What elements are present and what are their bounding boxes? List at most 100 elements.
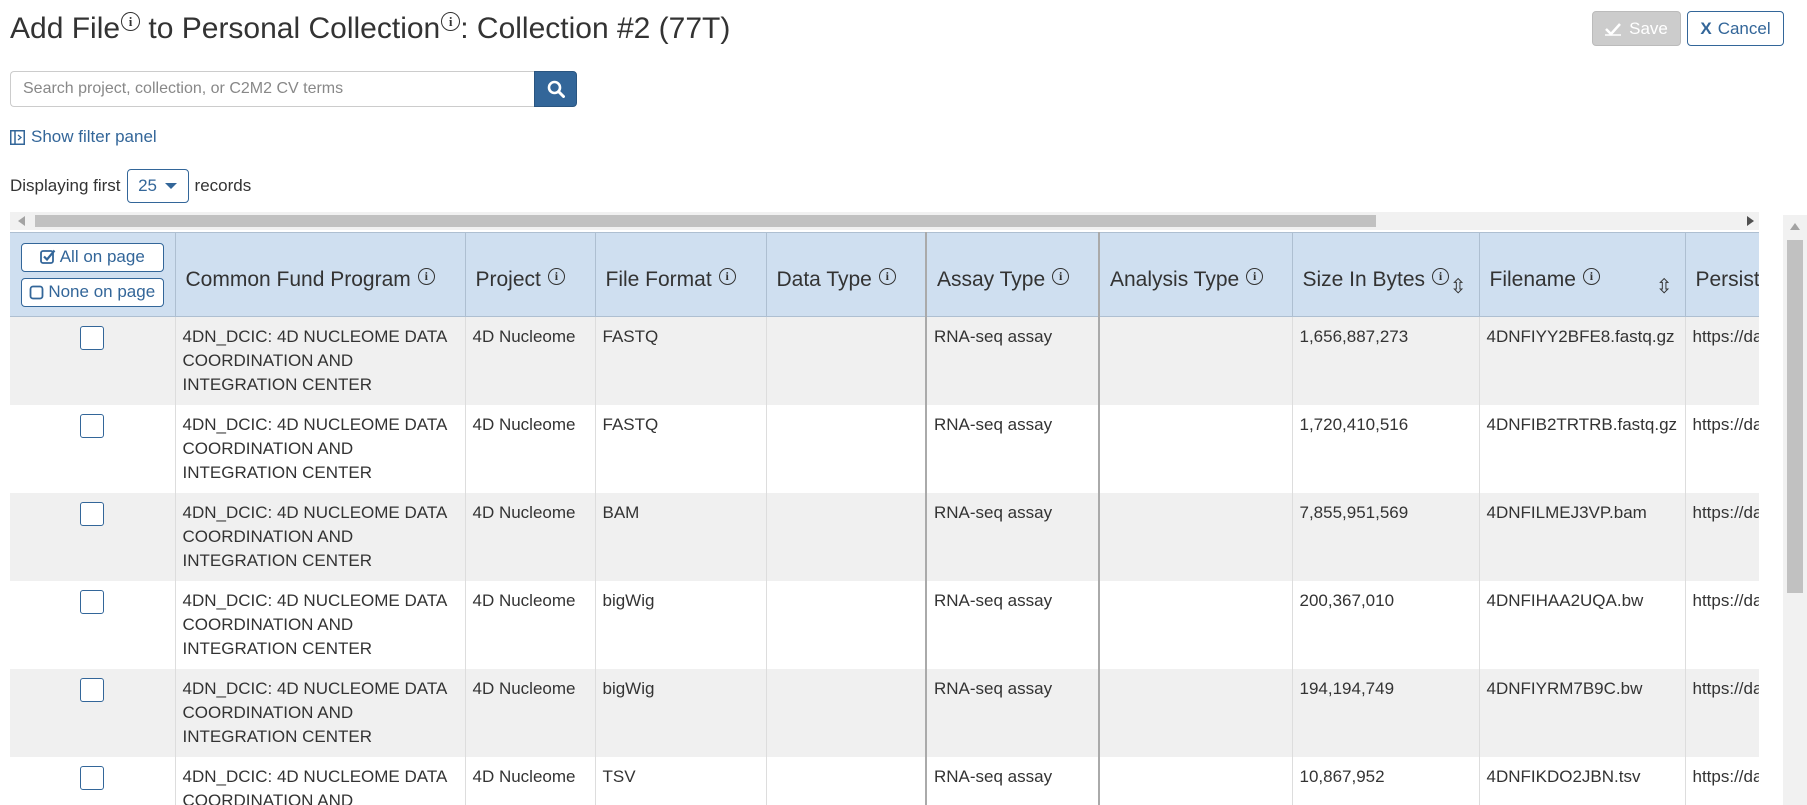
cell-program: 4DN_DCIC: 4D NUCLEOME DATA COORDINATION … — [175, 316, 466, 405]
info-icon[interactable]: i — [417, 267, 435, 285]
paging-prefix: Displaying first — [10, 176, 121, 195]
table-header-row: All on page None on page Common Fund Pro… — [10, 232, 1760, 317]
cell-analysis — [1098, 316, 1293, 405]
cancel-button[interactable]: X Cancel — [1687, 11, 1784, 46]
cell-data-type — [766, 493, 927, 581]
column-header-data-type[interactable]: Data Type i — [766, 232, 927, 317]
cell-project: 4D Nucleome — [465, 316, 596, 405]
page-size-dropdown[interactable]: 25 — [126, 169, 189, 203]
row-checkbox[interactable] — [80, 414, 105, 438]
info-icon[interactable]: i — [878, 267, 896, 285]
column-header-analysis-type[interactable]: Analysis Type i — [1098, 232, 1293, 317]
cell-assay: RNA-seq assay — [925, 493, 1100, 581]
column-header-persistent-id[interactable]: Persist — [1685, 232, 1760, 317]
row-select-cell — [10, 669, 176, 757]
search-button[interactable] — [534, 71, 577, 107]
info-icon[interactable]: i — [1582, 267, 1600, 285]
horizontal-scroll-thumb[interactable] — [35, 215, 1376, 227]
cell-data-type — [766, 581, 927, 669]
vertical-scroll-thumb[interactable] — [1787, 240, 1803, 593]
info-icon[interactable]: i — [121, 12, 141, 31]
cell-program: 4DN_DCIC: 4D NUCLEOME DATA COORDINATION … — [175, 493, 466, 581]
info-icon[interactable]: i — [718, 267, 736, 285]
cell-analysis — [1098, 669, 1293, 757]
column-header-label: Common Fund Program — [185, 267, 411, 291]
column-header-assay-type[interactable]: Assay Type i — [925, 232, 1100, 317]
column-header-label: File Format — [605, 267, 712, 291]
cell-size: 200,367,010 — [1292, 581, 1480, 669]
cell-persistent-id[interactable]: https://da — [1685, 405, 1759, 493]
column-header-label: Analysis Type — [1110, 267, 1240, 291]
info-icon[interactable]: i — [1432, 267, 1450, 285]
cell-data-type — [766, 316, 927, 405]
row-select-cell — [10, 316, 176, 405]
cell-filename: 4DNFIB2TRTRB.fastq.gz — [1479, 405, 1686, 493]
sort-vertical-icon[interactable]: ⇳ — [1656, 277, 1673, 297]
column-header-filename[interactable]: Filename i ⇳ — [1479, 232, 1686, 317]
row-select-cell — [10, 581, 176, 669]
info-icon[interactable]: i — [547, 267, 565, 285]
cell-project: 4D Nucleome — [465, 405, 596, 493]
scroll-right-arrow-icon[interactable] — [1747, 216, 1754, 226]
results-table-container: All on page None on page Common Fund Pro… — [10, 232, 1759, 805]
cell-size: 1,720,410,516 — [1292, 405, 1480, 493]
cell-size: 7,855,951,569 — [1292, 493, 1480, 581]
panel-toggle-icon — [10, 129, 25, 145]
show-filter-panel-link[interactable]: Show filter panel — [10, 127, 157, 147]
column-header-common-fund-program[interactable]: Common Fund Program i — [175, 232, 466, 317]
row-select-cell — [10, 757, 176, 805]
column-header-label: Persist — [1695, 267, 1760, 291]
info-icon[interactable]: i — [1052, 267, 1070, 285]
select-none-on-page-button[interactable]: None on page — [20, 277, 164, 307]
cell-analysis — [1098, 493, 1293, 581]
search-input[interactable] — [10, 71, 534, 107]
select-none-label: None on page — [48, 282, 156, 301]
save-label: Save — [1629, 18, 1668, 38]
row-checkbox[interactable] — [80, 678, 105, 702]
cell-project: 4D Nucleome — [465, 669, 596, 757]
table-row: 4DN_DCIC: 4D NUCLEOME DATA COORDINATION … — [10, 669, 1759, 757]
sort-vertical-icon[interactable]: ⇳ — [1450, 277, 1467, 297]
cell-assay: RNA-seq assay — [925, 316, 1100, 405]
cell-persistent-id[interactable]: https://da — [1685, 757, 1759, 805]
cell-persistent-id[interactable]: https://da — [1685, 493, 1759, 581]
filter-link-label: Show filter panel — [31, 127, 157, 146]
results-table: All on page None on page Common Fund Pro… — [10, 232, 1759, 805]
column-header-file-format[interactable]: File Format i — [595, 232, 767, 317]
row-checkbox[interactable] — [80, 590, 105, 614]
column-header-size-in-bytes[interactable]: Size In Bytes i ⇳ — [1292, 232, 1480, 317]
horizontal-scrollbar[interactable] — [10, 212, 1759, 230]
row-checkbox[interactable] — [80, 766, 105, 790]
cell-filename: 4DNFIYRM7B9C.bw — [1479, 669, 1686, 757]
scroll-up-arrow-icon[interactable] — [1790, 223, 1800, 230]
cell-format: bigWig — [595, 581, 767, 669]
vertical-scrollbar[interactable] — [1783, 215, 1807, 805]
save-button[interactable]: Save — [1592, 11, 1681, 46]
info-icon[interactable]: i — [1246, 267, 1264, 285]
cell-persistent-id[interactable]: https://da — [1685, 669, 1759, 757]
column-header-label: Filename — [1489, 267, 1576, 291]
check-icon — [1605, 22, 1622, 36]
cell-filename: 4DNFIYY2BFE8.fastq.gz — [1479, 316, 1686, 405]
row-checkbox[interactable] — [80, 326, 105, 350]
cell-persistent-id[interactable]: https://da — [1685, 316, 1759, 405]
cell-size: 1,656,887,273 — [1292, 316, 1480, 405]
search-bar — [10, 71, 577, 107]
table-row: 4DN_DCIC: 4D NUCLEOME DATA COORDINATION … — [10, 581, 1759, 669]
cell-format: bigWig — [595, 669, 767, 757]
scroll-left-arrow-icon[interactable] — [18, 216, 25, 226]
column-header-project[interactable]: Project i — [465, 232, 596, 317]
cell-project: 4D Nucleome — [465, 493, 596, 581]
select-column-header: All on page None on page — [10, 232, 176, 317]
cell-analysis — [1098, 757, 1293, 805]
paging-control: Displaying first 25 records — [10, 168, 251, 204]
cell-assay: RNA-seq assay — [925, 669, 1100, 757]
cell-format: FASTQ — [595, 405, 767, 493]
cell-persistent-id[interactable]: https://da — [1685, 581, 1759, 669]
chevron-down-icon — [165, 183, 177, 189]
info-icon[interactable]: i — [441, 12, 461, 31]
cell-data-type — [766, 669, 927, 757]
row-checkbox[interactable] — [80, 502, 105, 526]
cell-size: 10,867,952 — [1292, 757, 1480, 805]
select-all-on-page-button[interactable]: All on page — [20, 242, 164, 272]
